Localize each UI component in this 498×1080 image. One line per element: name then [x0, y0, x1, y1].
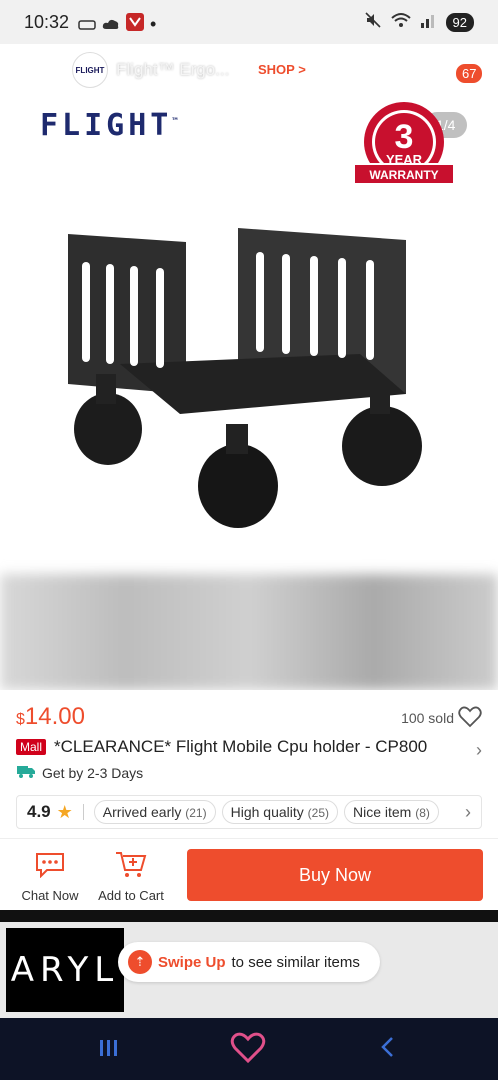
battery-indicator: 92 — [445, 13, 474, 32]
chat-now-label: Chat Now — [21, 888, 79, 903]
product-price: $14.00 — [16, 703, 85, 730]
star-icon: ★ — [56, 801, 73, 822]
rating-value: 4.9 — [27, 802, 51, 821]
product-image-gallery[interactable]: FLIGHT Flight™ Ergo... SHOP > 67 FLIGHT™… — [0, 44, 498, 690]
status-left-icons: • — [78, 13, 156, 36]
message-icon — [78, 14, 96, 35]
recents-icon[interactable] — [98, 1034, 120, 1065]
svg-text:WARRANTY: WARRANTY — [369, 168, 438, 182]
delivery-text: Get by 2-3 Days — [42, 764, 144, 781]
chat-icon — [18, 850, 82, 879]
add-to-cart-label: Add to Cart — [98, 888, 164, 903]
review-chip[interactable]: Nice item (8) — [344, 800, 439, 824]
wishlist-heart-icon[interactable] — [458, 706, 482, 733]
system-nav-bar — [0, 1018, 498, 1080]
warranty-seal: 3 YEAR WARRANTY — [352, 98, 456, 198]
review-chip[interactable]: Arrived early (21) — [93, 800, 216, 824]
divider — [82, 804, 84, 820]
back-arrow-icon[interactable] — [22, 70, 56, 104]
buy-now-button[interactable]: Buy Now — [187, 849, 483, 901]
swipe-up-bold: Swipe Up — [158, 953, 226, 971]
status-time: 10:32 — [24, 12, 70, 32]
image-blur-band — [0, 574, 498, 690]
signal-icon — [420, 12, 438, 33]
product-title: *CLEARANCE* Flight Mobile Cpu holder - C… — [54, 737, 428, 756]
review-chip[interactable]: High quality (25) — [221, 800, 338, 824]
cpu-holder-image — [60, 224, 440, 539]
swipe-up-hint[interactable]: ⇡ Swipe Up to see similar items — [118, 942, 380, 982]
sold-count: 100 sold — [401, 710, 454, 726]
add-to-cart-button[interactable]: Add to Cart — [96, 850, 166, 903]
svg-text:YEAR: YEAR — [386, 152, 423, 167]
add-cart-icon — [96, 850, 166, 878]
divider — [0, 838, 498, 839]
delivery-info[interactable]: Get by 2-3 Days — [16, 764, 143, 781]
mall-badge: Mall — [16, 739, 47, 755]
wifi-icon — [390, 11, 412, 34]
svg-text:3: 3 — [395, 118, 414, 156]
review-summary[interactable]: 4.9 ★ Arrived early (21) High quality (2… — [16, 795, 482, 829]
share-icon[interactable] — [332, 70, 362, 101]
home-heart-icon[interactable] — [230, 1032, 266, 1071]
truck-icon — [16, 764, 36, 781]
app-notification-icon — [126, 13, 144, 36]
product-page: 10:32 • 92 FLIGHT Flight™ Ergo... SHOP >… — [0, 0, 498, 1080]
store-header[interactable]: FLIGHT Flight™ Ergo... — [72, 52, 229, 88]
store-logo: FLIGHT — [72, 52, 108, 88]
status-bar: 10:32 • 92 — [0, 0, 498, 44]
product-title-row[interactable]: Mall *CLEARANCE* Flight Mobile Cpu holde… — [16, 737, 486, 757]
cart-count-badge: 67 — [454, 62, 485, 85]
store-name: Flight™ Ergo... — [116, 60, 230, 79]
aryl-logo: ARYL — [6, 928, 124, 1012]
chevron-right-icon[interactable]: › — [465, 802, 471, 823]
shop-button[interactable]: SHOP > — [248, 57, 316, 82]
cloud-icon — [102, 14, 120, 35]
mute-icon — [364, 11, 382, 34]
swipe-up-text: to see similar items — [231, 953, 360, 971]
back-nav-icon[interactable] — [378, 1034, 398, 1065]
chevron-right-icon[interactable]: › — [476, 740, 482, 761]
swipe-up-icon: ⇡ — [128, 950, 152, 974]
status-right-icons: 92 — [364, 11, 474, 34]
brand-logo: FLIGHT™ — [40, 108, 182, 143]
dot-icon: • — [150, 14, 157, 34]
chat-now-button[interactable]: Chat Now — [18, 850, 82, 903]
